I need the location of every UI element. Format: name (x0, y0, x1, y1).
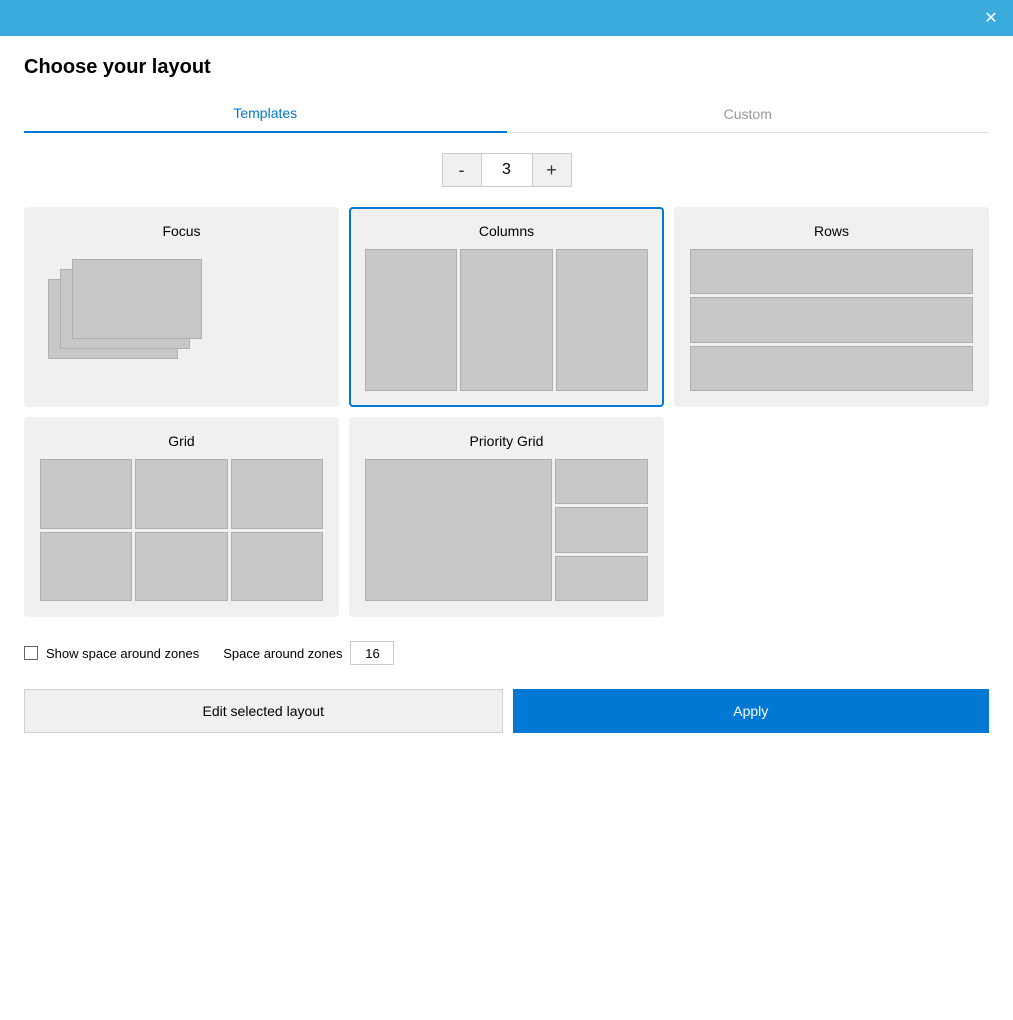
counter-value: 3 (482, 153, 532, 187)
grid-zone-5 (135, 532, 227, 602)
tabs-container: Templates Custom (24, 95, 989, 133)
priority-right-zone-3 (555, 556, 648, 601)
layouts-grid-row2: Grid Priority Grid (24, 417, 989, 617)
grid-zone-2 (135, 459, 227, 529)
col-zone-3 (556, 249, 648, 391)
layout-title-focus: Focus (162, 223, 200, 239)
col-zone-2 (460, 249, 552, 391)
space-around-container: Space around zones (223, 641, 394, 665)
row-zone-2 (690, 297, 973, 342)
row-zone-1 (690, 249, 973, 294)
increment-button[interactable]: + (532, 153, 572, 187)
dialog-title: Choose your layout (24, 56, 989, 79)
decrement-button[interactable]: - (442, 153, 482, 187)
row-zone-3 (690, 346, 973, 391)
bottom-section: Show space around zones Space around zon… (0, 633, 1013, 749)
title-bar: ✕ (0, 0, 1013, 36)
layout-card-grid[interactable]: Grid (24, 417, 339, 617)
layout-card-focus[interactable]: Focus (24, 207, 339, 407)
layout-card-empty (674, 417, 989, 617)
tab-templates[interactable]: Templates (24, 95, 507, 133)
apply-button[interactable]: Apply (513, 689, 990, 733)
grid-zone-1 (40, 459, 132, 529)
priority-right-zone-2 (555, 507, 648, 552)
show-space-text: Show space around zones (46, 646, 199, 661)
layout-card-priority-grid[interactable]: Priority Grid (349, 417, 664, 617)
layout-title-columns: Columns (479, 223, 534, 239)
show-space-label[interactable]: Show space around zones (24, 646, 199, 661)
columns-preview (365, 249, 648, 391)
focus-preview (40, 249, 323, 391)
priority-right-zones (555, 459, 648, 601)
layout-title-grid: Grid (168, 433, 194, 449)
button-row: Edit selected layout Apply (24, 689, 989, 749)
tab-custom[interactable]: Custom (507, 95, 990, 132)
priority-right-zone-1 (555, 459, 648, 504)
dialog-content: Choose your layout Templates Custom - 3 … (0, 36, 1013, 617)
grid-zone-3 (231, 459, 323, 529)
priority-preview (365, 459, 648, 601)
space-around-text: Space around zones (223, 646, 342, 661)
rows-preview (690, 249, 973, 391)
grid-preview (40, 459, 323, 601)
counter-row: - 3 + (24, 153, 989, 187)
show-space-checkbox[interactable] (24, 646, 38, 660)
close-button[interactable]: ✕ (979, 6, 1003, 30)
grid-zone-4 (40, 532, 132, 602)
layout-card-rows[interactable]: Rows (674, 207, 989, 407)
layout-title-priority-grid: Priority Grid (470, 433, 544, 449)
layout-title-rows: Rows (814, 223, 849, 239)
edit-layout-button[interactable]: Edit selected layout (24, 689, 503, 733)
checkbox-row: Show space around zones Space around zon… (24, 633, 989, 673)
priority-left-zone (365, 459, 552, 601)
space-input[interactable] (350, 641, 394, 665)
layouts-grid-row1: Focus Columns Rows (24, 207, 989, 407)
layout-card-columns[interactable]: Columns (349, 207, 664, 407)
focus-rect-front (72, 259, 202, 339)
grid-zone-6 (231, 532, 323, 602)
col-zone-1 (365, 249, 457, 391)
